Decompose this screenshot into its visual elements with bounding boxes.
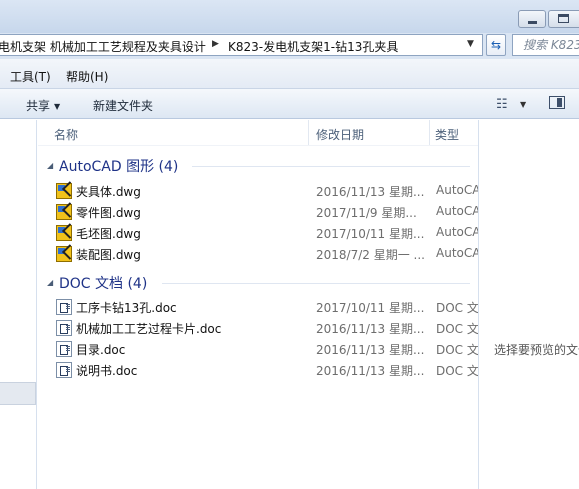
doc-file-icon (56, 341, 72, 357)
maximize-icon (558, 14, 569, 23)
dwg-file-icon (56, 183, 72, 199)
window-titlebar (0, 0, 579, 33)
breadcrumb-parent-folder[interactable]: 电机支架 机械加工工艺规程及夹具设计 (0, 38, 206, 55)
preview-placeholder-text: 选择要预览的文件。 (494, 343, 579, 357)
file-date: 2016/11/13 星期... (316, 343, 425, 357)
column-header-type[interactable]: 类型 (435, 126, 459, 143)
file-type: AutoCAD (436, 183, 478, 197)
file-type: DOC 文档 (436, 322, 478, 336)
file-date: 2017/11/9 星期... (316, 206, 417, 220)
file-name: 夹具体.dwg (76, 185, 141, 199)
file-name: 毛坯图.dwg (76, 227, 141, 241)
file-row[interactable]: 目录.doc 2016/11/13 星期... DOC 文档 (50, 338, 478, 359)
file-date: 2018/7/2 星期一 ... (316, 248, 425, 262)
column-header-date[interactable]: 修改日期 (316, 126, 364, 143)
menu-bar: 工具(T) 帮助(H) (0, 59, 579, 89)
file-row[interactable]: 毛坯图.dwg 2017/10/11 星期... AutoCAD (50, 222, 478, 243)
file-date: 2016/11/13 星期... (316, 364, 425, 378)
group-divider (162, 283, 470, 284)
share-button[interactable]: 共享 ▼ (26, 97, 60, 114)
doc-file-icon (56, 320, 72, 336)
file-row[interactable]: 说明书.doc 2016/11/13 星期... DOC 文档 (50, 359, 478, 380)
address-bar[interactable]: 电机支架 机械加工工艺规程及夹具设计 ▶ K823-发电机支架1-钻13孔夹具 … (0, 34, 483, 56)
breadcrumb-current-folder[interactable]: K823-发电机支架1-钻13孔夹具 (228, 38, 398, 55)
file-name: 工序卡钻13孔.doc (76, 301, 177, 315)
search-input[interactable]: 搜索 K823 (512, 34, 579, 56)
file-name: 目录.doc (76, 343, 126, 357)
address-dropdown-icon[interactable]: ▼ (467, 39, 474, 49)
dwg-file-icon (56, 225, 72, 241)
minimize-icon (528, 21, 537, 24)
file-row[interactable]: 零件图.dwg 2017/11/9 星期... AutoCAD (50, 201, 478, 222)
navigation-pane[interactable] (0, 120, 37, 489)
view-options-dropdown-icon[interactable]: ▼ (520, 100, 526, 109)
column-divider[interactable] (308, 120, 309, 145)
minimize-button[interactable] (518, 10, 546, 28)
menu-help[interactable]: 帮助(H) (66, 68, 108, 85)
command-toolbar: 共享 ▼ 新建文件夹 ☷ ▼ (0, 89, 579, 119)
preview-pane-toggle-icon[interactable] (549, 96, 565, 109)
file-type: DOC 文档 (436, 301, 478, 315)
menu-tools[interactable]: 工具(T) (10, 68, 51, 85)
group-header-autocad[interactable]: ◢ AutoCAD 图形 (4) (47, 156, 472, 176)
file-type: AutoCAD (436, 225, 478, 239)
doc-file-icon (56, 299, 72, 315)
doc-file-icon (56, 362, 72, 378)
file-date: 2017/10/11 星期... (316, 227, 425, 241)
share-dropdown-icon: ▼ (54, 102, 61, 111)
refresh-icon: ⇆ (490, 38, 502, 52)
column-divider[interactable] (429, 120, 430, 145)
file-name: 机械加工工艺过程卡片.doc (76, 322, 222, 336)
refresh-button[interactable]: ⇆ (486, 34, 506, 56)
group-title: DOC 文档 (4) (59, 276, 148, 292)
file-row[interactable]: 夹具体.dwg 2016/11/13 星期... AutoCAD (50, 180, 478, 201)
column-header-name[interactable]: 名称 (54, 126, 78, 143)
file-name: 装配图.dwg (76, 248, 141, 262)
file-type: DOC 文档 (436, 364, 478, 378)
file-type: AutoCAD (436, 246, 478, 260)
navigation-selected-item[interactable] (0, 382, 36, 405)
preview-pane: 选择要预览的文件。 (478, 120, 579, 489)
file-row[interactable]: 工序卡钻13孔.doc 2017/10/11 星期... DOC 文档 (50, 296, 478, 317)
maximize-button[interactable] (548, 10, 579, 28)
new-folder-button[interactable]: 新建文件夹 (93, 97, 153, 114)
dwg-file-icon (56, 204, 72, 220)
file-name: 零件图.dwg (76, 206, 141, 220)
file-row[interactable]: 机械加工工艺过程卡片.doc 2016/11/13 星期... DOC 文档 (50, 317, 478, 338)
group-header-doc[interactable]: ◢ DOC 文档 (4) (47, 273, 472, 293)
file-row[interactable]: 装配图.dwg 2018/7/2 星期一 ... AutoCAD (50, 243, 478, 264)
dwg-file-icon (56, 246, 72, 262)
file-name: 说明书.doc (76, 364, 138, 378)
address-row: 电机支架 机械加工工艺规程及夹具设计 ▶ K823-发电机支架1-钻13孔夹具 … (0, 33, 579, 59)
file-type: AutoCAD (436, 204, 478, 218)
collapse-arrow-icon[interactable]: ◢ (47, 161, 53, 170)
file-date: 2017/10/11 星期... (316, 301, 425, 315)
collapse-arrow-icon[interactable]: ◢ (47, 278, 53, 287)
file-date: 2016/11/13 星期... (316, 322, 425, 336)
header-divider (38, 145, 478, 146)
group-divider (192, 166, 470, 167)
group-title: AutoCAD 图形 (4) (59, 159, 179, 175)
breadcrumb-separator-icon[interactable]: ▶ (212, 39, 219, 49)
change-view-icon[interactable]: ☷ (496, 97, 508, 112)
file-date: 2016/11/13 星期... (316, 185, 425, 199)
share-label: 共享 (26, 99, 51, 113)
file-type: DOC 文档 (436, 343, 478, 357)
